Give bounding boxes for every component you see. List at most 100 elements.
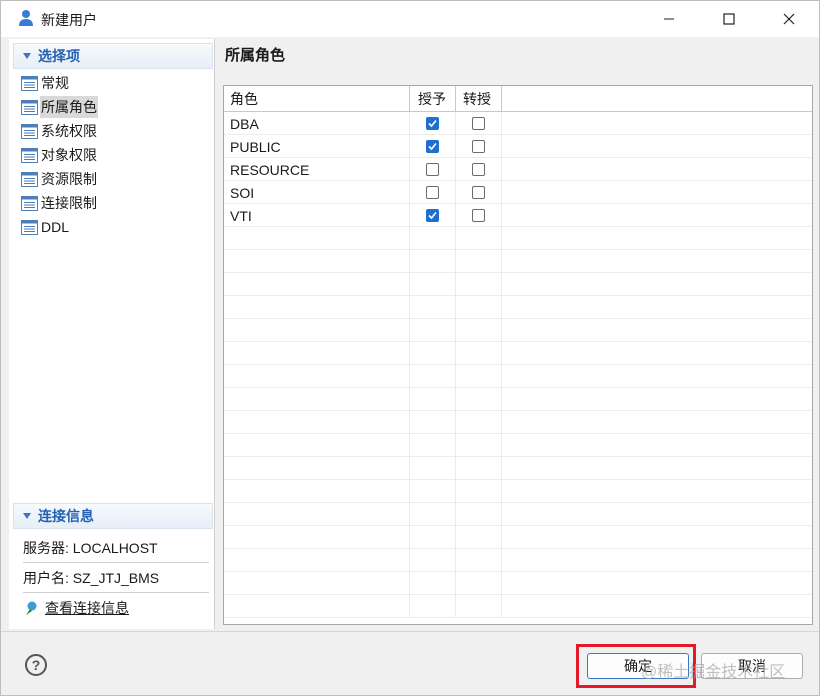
empty-cell — [224, 434, 410, 457]
empty-row — [224, 273, 812, 296]
nav-item-label: 对象权限 — [41, 147, 97, 163]
empty-cell — [456, 296, 502, 319]
table-row[interactable]: DBA — [224, 112, 812, 135]
empty-cell — [224, 411, 410, 434]
regrant-cell — [456, 181, 502, 204]
table-row[interactable]: RESOURCE — [224, 158, 812, 181]
user-icon — [17, 9, 35, 27]
nav-item[interactable]: 所属角色 — [21, 95, 211, 119]
check-icon — [428, 211, 437, 220]
form-page-icon — [21, 219, 38, 235]
empty-cell — [410, 250, 456, 273]
nav-item[interactable]: 资源限制 — [21, 167, 211, 191]
empty-row — [224, 526, 812, 549]
empty-cell — [502, 572, 812, 595]
empty-cell — [502, 250, 812, 273]
empty-cell — [224, 457, 410, 480]
empty-cell — [224, 296, 410, 319]
table-row[interactable]: PUBLIC — [224, 135, 812, 158]
regrant-checkbox[interactable] — [472, 209, 485, 222]
left-pane: 选择项 常规所属角色系统权限对象权限资源限制 连接限制 DDL 连接信息 服务器: … — [9, 39, 215, 629]
minimize-button[interactable] — [646, 1, 692, 37]
maximize-button[interactable] — [706, 1, 752, 37]
server-info: 服务器: LOCALHOST — [23, 533, 209, 563]
user-info: 用户名: SZ_JTJ_BMS — [23, 563, 209, 593]
minimize-icon — [664, 18, 674, 20]
empty-cell — [410, 480, 456, 503]
form-page-icon — [21, 195, 38, 211]
nav-item-label: 所属角色 — [40, 96, 98, 118]
empty-row — [224, 503, 812, 526]
view-connection-label: 查看连接信息 — [45, 600, 129, 616]
column-header-grant[interactable]: 授予 — [410, 86, 456, 112]
nav-section-header[interactable]: 选择项 — [13, 43, 213, 69]
empty-cell — [502, 296, 812, 319]
nav-item-label: 系统权限 — [41, 123, 97, 139]
help-icon[interactable]: ? — [25, 654, 47, 676]
column-header-role[interactable]: 角色 — [224, 86, 410, 112]
grant-checkbox[interactable] — [426, 117, 439, 130]
column-header-regrant[interactable]: 转授 — [456, 86, 502, 112]
regrant-checkbox[interactable] — [472, 117, 485, 130]
empty-row — [224, 411, 812, 434]
regrant-checkbox[interactable] — [472, 186, 485, 199]
table-header: 角色 授予 转授 — [224, 86, 812, 112]
regrant-cell — [456, 204, 502, 227]
table-row[interactable]: SOI — [224, 181, 812, 204]
nav-item[interactable]: DDL — [21, 215, 211, 239]
grant-cell — [410, 204, 456, 227]
empty-cell — [224, 342, 410, 365]
nav-item[interactable]: 连接限制 — [21, 191, 211, 215]
collapse-triangle-icon — [23, 513, 31, 519]
empty-cell — [456, 480, 502, 503]
table-body: DBA PUBLIC RESOURCE SOI VTI — [224, 112, 812, 618]
grant-checkbox[interactable] — [426, 163, 439, 176]
nav-item[interactable]: 对象权限 — [21, 143, 211, 167]
connection-section-title: 连接信息 — [38, 508, 94, 524]
empty-row — [224, 595, 812, 618]
role-name-cell: PUBLIC — [224, 135, 410, 158]
empty-row — [224, 227, 812, 250]
empty-row — [224, 250, 812, 273]
grant-checkbox[interactable] — [426, 186, 439, 199]
nav-item[interactable]: 常规 — [21, 71, 211, 95]
grant-cell — [410, 158, 456, 181]
filler-cell — [502, 135, 812, 158]
empty-cell — [456, 250, 502, 273]
empty-cell — [224, 250, 410, 273]
grant-checkbox[interactable] — [426, 209, 439, 222]
empty-row — [224, 342, 812, 365]
form-page-icon — [21, 123, 38, 139]
dialog-window: 新建用户 选择项 常规所属角色系统权限对象权限资源限制 连接限制 DDL 连接信息 … — [0, 0, 820, 696]
nav-item[interactable]: 系统权限 — [21, 119, 211, 143]
empty-cell — [502, 365, 812, 388]
empty-cell — [502, 434, 812, 457]
table-row[interactable]: VTI — [224, 204, 812, 227]
empty-cell — [502, 388, 812, 411]
form-page-icon — [21, 171, 38, 187]
empty-cell — [410, 319, 456, 342]
connection-section-header[interactable]: 连接信息 — [13, 503, 213, 529]
empty-cell — [410, 434, 456, 457]
form-page-icon — [21, 99, 38, 115]
view-connection-link[interactable]: 查看连接信息 — [23, 593, 209, 623]
regrant-checkbox[interactable] — [472, 140, 485, 153]
empty-row — [224, 572, 812, 595]
empty-cell — [502, 549, 812, 572]
nav-item-label: 常规 — [41, 75, 69, 91]
collapse-triangle-icon — [23, 53, 31, 59]
empty-cell — [410, 457, 456, 480]
regrant-checkbox[interactable] — [472, 163, 485, 176]
empty-cell — [410, 572, 456, 595]
grant-cell — [410, 135, 456, 158]
role-name-cell: RESOURCE — [224, 158, 410, 181]
close-button[interactable] — [766, 1, 812, 37]
empty-cell — [410, 549, 456, 572]
grant-checkbox[interactable] — [426, 140, 439, 153]
empty-cell — [224, 227, 410, 250]
empty-row — [224, 434, 812, 457]
grant-cell — [410, 181, 456, 204]
empty-row — [224, 457, 812, 480]
window-title: 新建用户 — [41, 12, 97, 28]
empty-cell — [502, 526, 812, 549]
